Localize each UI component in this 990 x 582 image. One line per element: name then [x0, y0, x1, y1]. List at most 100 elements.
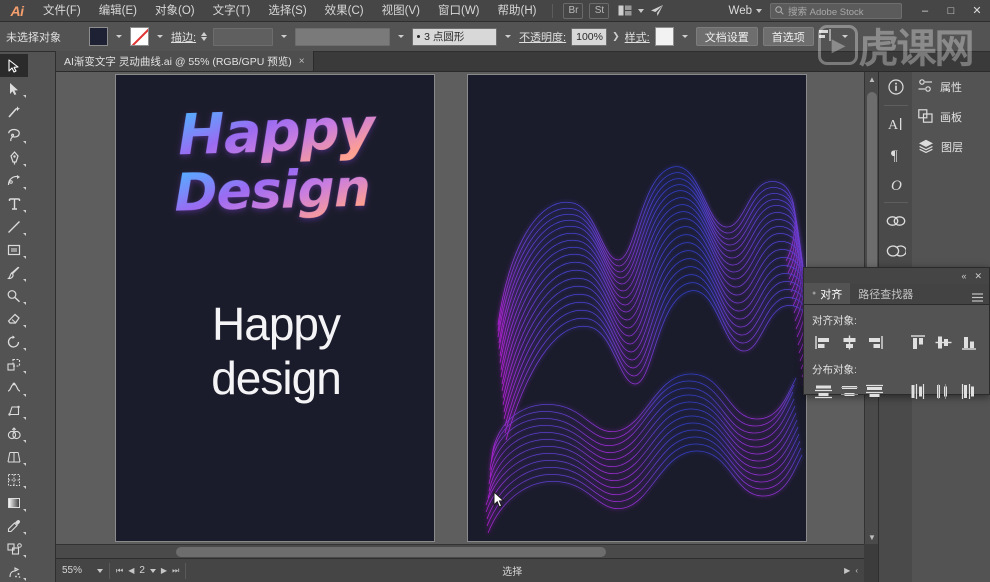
eyedropper-tool[interactable]: [0, 514, 28, 537]
layers-panel-item[interactable]: 图层: [912, 132, 990, 162]
horizontal-distribute-left-button[interactable]: [906, 381, 930, 402]
horizontal-scroll-thumb[interactable]: [176, 547, 606, 557]
artboard-wave-blend[interactable]: [467, 74, 808, 543]
artboard-chevron-down-icon[interactable]: [149, 568, 156, 573]
character-panel-icon[interactable]: A: [879, 109, 913, 139]
eraser-tool[interactable]: [0, 307, 28, 330]
artboard-number-value[interactable]: 2: [139, 565, 145, 576]
document-setup-button[interactable]: 文档设置: [695, 27, 758, 46]
paragraph-panel-icon[interactable]: ¶: [879, 139, 913, 169]
curvature-tool[interactable]: [0, 169, 28, 192]
status-resize-icon[interactable]: ‹: [855, 566, 858, 575]
opacity-field[interactable]: 100%: [571, 27, 608, 46]
align-panel-close-icon[interactable]: ✕: [974, 271, 982, 282]
gradient-tool[interactable]: [0, 491, 28, 514]
free-transform-tool[interactable]: [0, 399, 28, 422]
artboard-happy-design[interactable]: Happy Design Happy design: [115, 74, 435, 542]
bridge-icon[interactable]: Br: [563, 2, 584, 19]
align-panel[interactable]: « ✕ ● 对齐 路径查找器 对齐对象: 分布对象:: [803, 267, 990, 399]
menu-select[interactable]: 选择(S): [259, 0, 315, 22]
rotate-tool[interactable]: [0, 330, 28, 353]
links-panel-icon[interactable]: [879, 206, 913, 236]
opacity-expand-icon[interactable]: ❯: [612, 31, 620, 42]
align-options-chevron-down-icon[interactable]: [841, 35, 848, 38]
scale-tool[interactable]: [0, 353, 28, 376]
next-artboard-icon[interactable]: ▶: [161, 566, 167, 575]
direct-selection-tool[interactable]: [0, 77, 28, 100]
document-canvas[interactable]: Happy Design Happy design: [56, 72, 864, 544]
status-expand-control[interactable]: ▶ ‹: [838, 563, 864, 579]
horizontal-align-center-button[interactable]: [838, 332, 862, 353]
document-tab[interactable]: AI渐变文字 灵动曲线.ai @ 55% (RGB/GPU 预览) ×: [56, 51, 314, 71]
rectangle-tool[interactable]: [0, 238, 28, 261]
stroke-weight-stepper[interactable]: [201, 32, 208, 41]
last-artboard-icon[interactable]: ⏭: [172, 566, 179, 576]
gradient-script-artwork[interactable]: Happy Design: [116, 97, 436, 224]
close-button[interactable]: ✕: [964, 0, 990, 22]
vertical-align-bottom-button[interactable]: [957, 332, 981, 353]
scroll-down-icon[interactable]: ▼: [865, 530, 879, 544]
status-play-icon[interactable]: ▶: [844, 566, 850, 575]
vertical-distribute-bottom-button[interactable]: [863, 381, 887, 402]
vertical-align-center-button[interactable]: [932, 332, 956, 353]
document-tab-close-icon[interactable]: ×: [299, 56, 305, 67]
shape-builder-tool[interactable]: [0, 422, 28, 445]
brush-chevron-down-icon[interactable]: [505, 35, 512, 38]
magic-wand-tool[interactable]: [0, 100, 28, 123]
workspace-switcher[interactable]: Web: [729, 5, 762, 17]
panel-menu-icon[interactable]: [972, 293, 983, 304]
menu-window[interactable]: 窗口(W): [429, 0, 489, 22]
line-segment-tool[interactable]: [0, 215, 28, 238]
artboards-panel-item[interactable]: 画板: [912, 102, 990, 132]
plain-text-artwork[interactable]: Happy design: [116, 297, 436, 405]
stroke-weight-field[interactable]: [213, 27, 274, 46]
align-tab[interactable]: ● 对齐: [804, 283, 851, 304]
minimize-button[interactable]: –: [912, 0, 938, 22]
fill-chevron-down-icon[interactable]: [116, 35, 122, 38]
graphic-style-swatch[interactable]: [654, 27, 674, 46]
vertical-distribute-center-button[interactable]: [838, 381, 862, 402]
menu-file[interactable]: 文件(F): [34, 0, 90, 22]
fill-color-swatch[interactable]: [89, 27, 108, 46]
type-tool[interactable]: [0, 192, 28, 215]
width-tool[interactable]: [0, 376, 28, 399]
stock-search-input[interactable]: 搜索 Adobe Stock: [770, 2, 902, 19]
stroke-profile-chevron-down-icon[interactable]: [398, 35, 405, 38]
zoom-chevron-down-icon[interactable]: [97, 568, 103, 573]
menu-edit[interactable]: 编辑(E): [90, 0, 146, 22]
preferences-button[interactable]: 首选项: [762, 27, 814, 46]
selection-tool[interactable]: [0, 54, 28, 77]
menu-effect[interactable]: 效果(C): [316, 0, 373, 22]
perspective-grid-tool[interactable]: [0, 445, 28, 468]
arrange-chevron-down-icon[interactable]: [638, 8, 645, 13]
stroke-weight-chevron-down-icon[interactable]: [281, 35, 288, 38]
stroke-profile-field[interactable]: [295, 27, 391, 46]
first-artboard-icon[interactable]: ⏮: [116, 566, 123, 576]
vertical-distribute-top-button[interactable]: [812, 381, 836, 402]
arrange-documents-icon[interactable]: [615, 3, 635, 19]
horizontal-align-right-button[interactable]: [863, 332, 887, 353]
zoom-level-control[interactable]: 55%: [56, 562, 110, 579]
shaper-tool[interactable]: [0, 284, 28, 307]
stock-icon[interactable]: St: [589, 2, 610, 19]
share-icon[interactable]: [647, 3, 667, 19]
vertical-align-top-button[interactable]: [906, 332, 930, 353]
glyphs-panel-icon[interactable]: O: [879, 169, 913, 199]
creative-cloud-libraries-icon[interactable]: [879, 236, 913, 266]
stroke-color-swatch[interactable]: [130, 27, 149, 46]
align-options-icon[interactable]: [818, 28, 834, 45]
blend-wave-artwork[interactable]: [468, 75, 808, 543]
horizontal-distribute-right-button[interactable]: [957, 381, 981, 402]
align-panel-collapse-icon[interactable]: «: [961, 271, 966, 281]
pathfinder-tab[interactable]: 路径查找器: [850, 283, 921, 304]
canvas-horizontal-scrollbar[interactable]: [56, 544, 864, 558]
artboard-navigator[interactable]: ⏮ ◀ 2 ▶ ⏭: [110, 562, 187, 579]
stroke-chevron-down-icon[interactable]: [157, 35, 163, 38]
mesh-tool[interactable]: [0, 468, 28, 491]
info-panel-icon[interactable]: [879, 72, 913, 102]
symbol-sprayer-tool[interactable]: [0, 560, 28, 582]
blend-tool[interactable]: [0, 537, 28, 560]
menu-type[interactable]: 文字(T): [204, 0, 260, 22]
horizontal-distribute-center-button[interactable]: [932, 381, 956, 402]
menu-help[interactable]: 帮助(H): [489, 0, 546, 22]
